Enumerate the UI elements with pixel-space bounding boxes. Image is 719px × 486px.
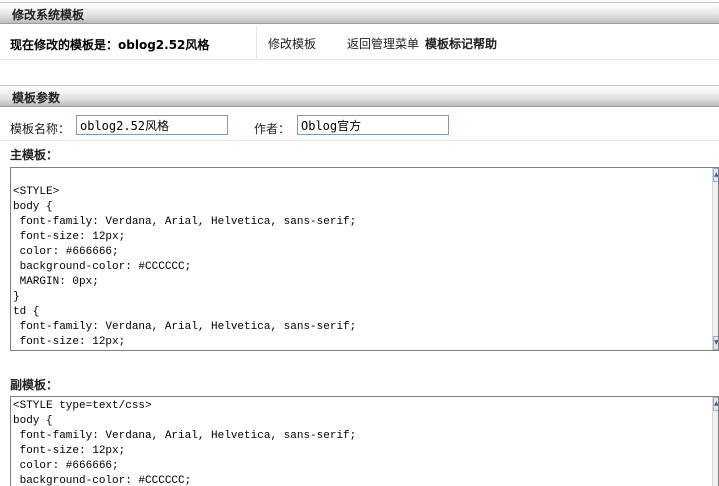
- template-editor-page: 修改系统模板 现在修改的模板是：oblog2.52风格 修改模板 返回管理菜单 …: [0, 0, 719, 486]
- author-input[interactable]: [297, 115, 449, 135]
- scroll-up-icon[interactable]: ▲: [713, 397, 718, 411]
- template-name-input[interactable]: [76, 115, 228, 135]
- scroll-up-icon[interactable]: ▲: [713, 168, 718, 182]
- current-template-row: 现在修改的模板是：oblog2.52风格 修改模板 返回管理菜单 模板标记帮助: [0, 26, 719, 60]
- edit-template-link[interactable]: 修改模板: [268, 35, 316, 52]
- back-to-menu-link[interactable]: 返回管理菜单: [347, 35, 419, 52]
- template-help-link[interactable]: 模板标记帮助: [425, 35, 497, 52]
- sub-template-scrollbar[interactable]: ▲: [712, 397, 718, 486]
- system-template-title: 修改系统模板: [12, 8, 85, 22]
- current-template-label: 现在修改的模板是：oblog2.52风格: [10, 38, 210, 52]
- template-params-header: 模板参数: [0, 85, 719, 107]
- scroll-down-icon[interactable]: ▼: [713, 336, 718, 350]
- template-params-row: 模板名称： 作者：: [0, 111, 719, 141]
- sub-template-editor: ▲: [10, 396, 719, 486]
- sub-template-label: 副模板：: [10, 378, 59, 392]
- system-template-header: 修改系统模板: [0, 2, 719, 24]
- main-template-label: 主模板：: [10, 148, 59, 162]
- info-row-divider: [256, 26, 257, 59]
- main-template-textarea[interactable]: [11, 168, 711, 350]
- template-name-label: 模板名称：: [10, 122, 71, 136]
- sub-template-textarea[interactable]: [11, 397, 711, 486]
- author-label: 作者：: [254, 122, 291, 136]
- main-template-editor: ▲ ▼: [10, 167, 719, 351]
- main-template-scrollbar[interactable]: ▲ ▼: [712, 168, 718, 350]
- template-params-title: 模板参数: [12, 91, 61, 105]
